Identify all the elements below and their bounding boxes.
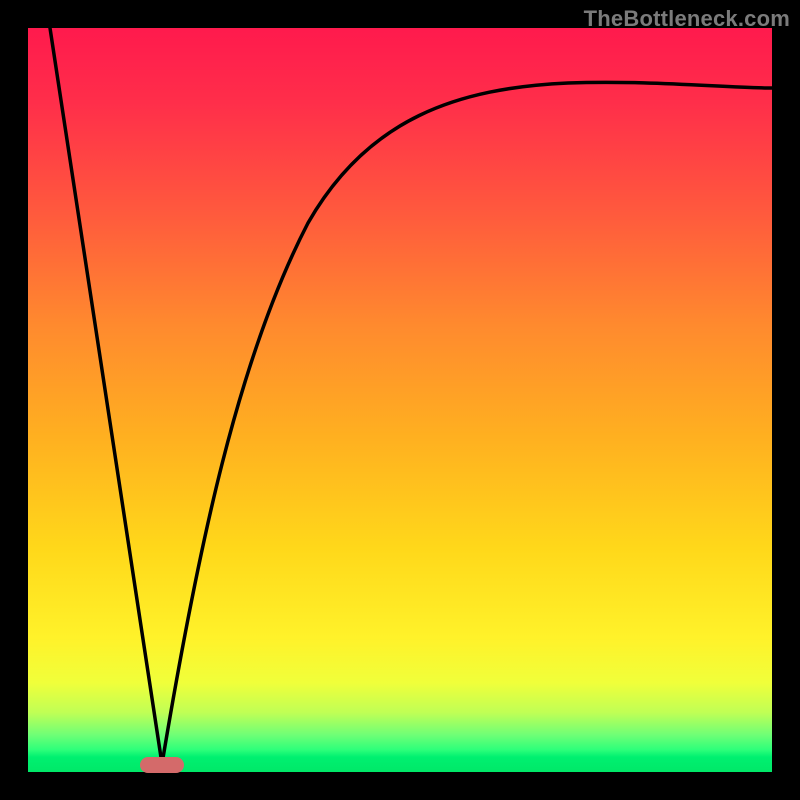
left-slope-line	[50, 28, 162, 764]
right-rising-curve	[162, 82, 772, 764]
plot-area	[28, 28, 772, 772]
chart-frame: TheBottleneck.com	[0, 0, 800, 800]
curve-layer	[28, 28, 772, 772]
optimal-point-marker	[140, 757, 184, 773]
watermark-text: TheBottleneck.com	[584, 6, 790, 32]
